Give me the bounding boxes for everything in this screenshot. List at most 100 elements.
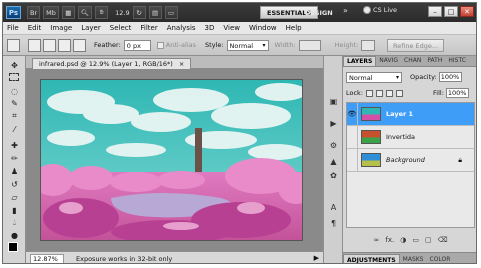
bridge-icon[interactable]: Br — [27, 6, 41, 19]
menu-window[interactable]: Window — [249, 24, 277, 32]
adjustment-layer-icon[interactable]: ◑ — [400, 236, 406, 244]
menu-image[interactable]: Image — [50, 24, 72, 32]
tab-color[interactable]: COLOR — [427, 254, 454, 263]
gradient-tool-icon[interactable]: ▮ — [8, 205, 21, 215]
clone-source-icon[interactable]: ✿ — [328, 170, 339, 180]
menu-edit[interactable]: Edit — [28, 24, 42, 32]
zoom-tool-icon[interactable]: 🔍︎ — [77, 6, 93, 19]
refine-edge-button[interactable]: Refine Edge... — [387, 39, 445, 52]
marquee-tool-icon[interactable] — [9, 73, 19, 81]
delete-layer-icon[interactable]: ⌫ — [438, 236, 448, 244]
new-selection-icon[interactable] — [28, 38, 41, 52]
status-menu-arrow-icon[interactable]: ▶ — [314, 254, 319, 262]
fill-input[interactable]: 100% — [445, 88, 469, 98]
eyedropper-tool-icon[interactable]: ⁄ — [8, 124, 21, 134]
menu-layer[interactable]: Layer — [81, 24, 101, 32]
move-tool-icon[interactable]: ✥ — [8, 60, 21, 70]
history-panel-icon[interactable]: ▣ — [328, 96, 339, 106]
lock-pixels-icon[interactable] — [376, 89, 384, 97]
feather-input[interactable]: 0 px — [123, 39, 151, 51]
menu-filter[interactable]: Filter — [140, 24, 157, 32]
menu-select[interactable]: Select — [110, 24, 132, 32]
layer-thumbnail — [361, 153, 381, 167]
document-tab-bar: infrared.psd @ 12.9% (Layer 1, RGB/16*) … — [26, 56, 323, 69]
width-input[interactable] — [298, 39, 321, 51]
crop-tool-icon[interactable]: ⌗ — [8, 111, 21, 121]
menu-analysis[interactable]: Analysis — [167, 24, 196, 32]
layer-row[interactable]: Invertida — [347, 125, 474, 149]
zoom-level[interactable]: 12.9 — [115, 9, 129, 17]
minibridge-icon[interactable]: Mb — [43, 6, 59, 19]
clone-stamp-tool-icon[interactable]: ♟ — [8, 166, 21, 176]
document-tab[interactable]: infrared.psd @ 12.9% (Layer 1, RGB/16*) … — [32, 58, 192, 69]
tab-navigator[interactable]: NAVIG — [376, 56, 401, 66]
tab-channels[interactable]: CHAN — [401, 56, 424, 66]
blur-tool-icon[interactable]: 💧︎ — [8, 218, 21, 228]
status-bar: 12.87% Exposure works in 32-bit only ▶ — [26, 251, 323, 263]
menu-help[interactable]: Help — [286, 24, 302, 32]
more-workspaces-icon[interactable]: » — [343, 6, 348, 15]
height-input[interactable] — [361, 39, 376, 51]
arrange-documents-icon[interactable]: ▤ — [148, 6, 162, 19]
menu-view[interactable]: View — [223, 24, 240, 32]
new-layer-icon[interactable]: ▢ — [425, 236, 432, 244]
lasso-tool-icon[interactable]: ◌ — [8, 86, 21, 96]
layer-row[interactable]: Background 🔒︎ — [347, 148, 474, 172]
lock-label: Lock: — [346, 89, 364, 97]
menu-3d[interactable]: 3D — [205, 24, 215, 32]
status-zoom-input[interactable]: 12.87% — [30, 253, 64, 263]
window-controls: – □ ✕ — [428, 6, 474, 17]
layer-row[interactable]: 👁︎ Layer 1 — [347, 103, 474, 126]
healing-brush-tool-icon[interactable]: ✚ — [8, 140, 21, 150]
image-canvas[interactable] — [40, 79, 303, 241]
add-mask-icon[interactable]: ▭ — [412, 236, 419, 244]
layer-style-icon[interactable]: fx. — [385, 236, 394, 244]
cs-live-label: CS Live — [373, 6, 398, 14]
foreground-color-swatch[interactable] — [8, 242, 18, 252]
maximize-button[interactable]: □ — [444, 6, 458, 17]
lock-position-icon[interactable] — [386, 89, 394, 97]
lock-transparency-icon[interactable] — [366, 89, 374, 97]
blend-mode-select[interactable]: Normal — [346, 71, 402, 83]
dodge-tool-icon[interactable]: ● — [8, 230, 21, 240]
lock-all-icon[interactable] — [396, 89, 404, 97]
eraser-tool-icon[interactable]: ▱ — [8, 192, 21, 202]
brush-tool-icon[interactable]: ✏ — [8, 153, 21, 163]
subtract-selection-icon[interactable] — [58, 38, 71, 52]
guides-icon[interactable]: ▦ — [61, 6, 75, 19]
link-layers-icon[interactable]: ∞ — [374, 236, 380, 244]
layer-name: Layer 1 — [386, 110, 413, 118]
tab-masks[interactable]: MASKS — [400, 254, 427, 263]
cs-live-menu[interactable]: CS Live — [363, 6, 397, 14]
character-panel-icon[interactable]: A — [328, 202, 339, 212]
screen-mode-icon[interactable]: ▭ — [164, 6, 178, 19]
hand-tool-icon[interactable]: ✋︎ — [95, 6, 109, 19]
add-selection-icon[interactable] — [43, 38, 56, 52]
visibility-eye-icon[interactable]: 👁︎ — [347, 103, 358, 126]
history-brush-tool-icon[interactable]: ↺ — [8, 179, 21, 189]
close-button[interactable]: ✕ — [460, 6, 474, 17]
swatches-panel-icon[interactable]: ⚙ — [328, 140, 339, 150]
brush-presets-icon[interactable]: ▲ — [328, 156, 339, 166]
tab-layers[interactable]: LAYERS — [343, 56, 377, 66]
minimize-button[interactable]: – — [428, 6, 442, 17]
actions-panel-icon[interactable]: ▶ — [328, 118, 339, 128]
opacity-input[interactable]: 100% — [438, 72, 462, 82]
menu-file[interactable]: File — [7, 24, 19, 32]
tab-paths[interactable]: PATH — [424, 56, 445, 66]
document-area — [26, 69, 323, 251]
quick-selection-tool-icon[interactable]: ✎ — [8, 98, 21, 108]
workspace-design[interactable]: DESIGN — [305, 6, 333, 19]
antialias-checkbox[interactable] — [156, 41, 164, 49]
visibility-eye-icon[interactable] — [347, 125, 358, 149]
marquee-preset-icon[interactable] — [7, 38, 20, 52]
intersect-selection-icon[interactable] — [73, 38, 86, 52]
tab-adjustments[interactable]: ADJUSTMENTS — [343, 254, 400, 263]
paragraph-panel-icon[interactable]: ¶ — [328, 218, 339, 228]
layer-thumbnail — [361, 130, 381, 144]
close-document-icon[interactable]: × — [179, 60, 184, 68]
rotate-view-icon[interactable]: ↻ — [132, 6, 146, 19]
style-select[interactable]: Normal — [226, 39, 269, 51]
visibility-eye-icon[interactable] — [347, 148, 358, 172]
tab-history[interactable]: HISTC — [445, 56, 469, 66]
